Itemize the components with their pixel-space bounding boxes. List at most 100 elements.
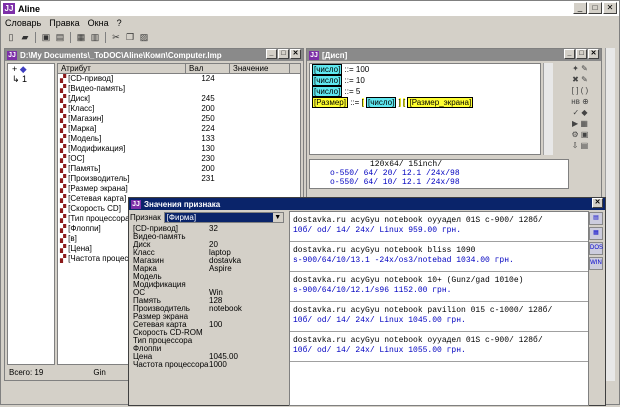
print-icon[interactable]: ▤	[54, 32, 66, 43]
tree-node[interactable]: ↳ 1	[8, 74, 54, 84]
table-row[interactable]: [Диск] 245	[58, 94, 300, 104]
new-icon[interactable]: ▯	[5, 32, 17, 43]
paste-icon[interactable]: ▨	[138, 32, 150, 43]
check-icon[interactable]: ✓ ◆	[561, 107, 599, 118]
run-icon[interactable]: ▶ ▦	[561, 118, 599, 129]
bracket-icon[interactable]: [ ] ( )	[561, 85, 599, 96]
table-row[interactable]: [ОС] 230	[58, 154, 300, 164]
main-vertical-scrollbar[interactable]	[605, 48, 615, 381]
property-key: Память	[133, 297, 161, 305]
tree-root[interactable]: + ◆	[8, 64, 54, 74]
property-row[interactable]: [CD-привод] 32	[129, 225, 287, 233]
property-row[interactable]: Тип процессора	[129, 337, 287, 345]
property-row[interactable]: Видео-память	[129, 233, 287, 241]
property-row[interactable]: Цена 1045.00	[129, 353, 287, 361]
menu-edit[interactable]: Правка	[49, 18, 79, 28]
win-icon[interactable]: WIN	[589, 257, 603, 270]
record-line: 10б/ od/ 14/ 24x/ Linux 959.00 грн.	[293, 226, 462, 235]
dictionary-window-titlebar: JJ D:\My Documents\_ToDOC\Aline\Комп\Com…	[5, 49, 303, 61]
table-row[interactable]: [Видео-память]	[58, 84, 300, 94]
grammar-rule[interactable]: [Размер] ::= [ [число] ] [ [Размер_экран…	[310, 97, 540, 108]
grammar-line[interactable]: [число] ::= 10	[310, 75, 540, 86]
property-row[interactable]: Сетевая карта 100	[129, 321, 287, 329]
property-row[interactable]: Модель	[129, 273, 287, 281]
grammar-line[interactable]: [число] ::= 100	[310, 64, 540, 75]
tools-icon[interactable]: ⚙ ▣	[561, 129, 599, 140]
minimize-button[interactable]: _	[564, 49, 575, 59]
code-line: о-550/ 64/ 20/ 12.1 /24x/98	[330, 169, 460, 178]
vertical-scrollbar[interactable]	[543, 63, 553, 155]
delete-icon[interactable]: ✖ ✎	[561, 74, 599, 85]
grammar-line[interactable]: [число] ::= 5	[310, 86, 540, 97]
table-row[interactable]: [CD-привод] 124	[58, 74, 300, 84]
record-line: dostavka.ru acyGyu notebook oуyaдeл 01S …	[293, 336, 543, 345]
table-row[interactable]: [Производитель] 231	[58, 174, 300, 184]
minimize-button[interactable]: _	[573, 2, 587, 14]
grammar-editor[interactable]: [число] ::= 100 [число] ::= 10 [число] :…	[309, 63, 541, 155]
column-header-value[interactable]: Значение	[230, 64, 290, 73]
generated-text-area[interactable]: 120x64/ 15inch/ о-550/ 64/ 20/ 12.1 /24x…	[309, 159, 569, 189]
column-header-attribute[interactable]: Атрибут	[58, 64, 186, 73]
table-row[interactable]: [Память] 200	[58, 164, 300, 174]
property-row[interactable]: Магазин dostavka	[129, 257, 287, 265]
feature-dropdown[interactable]: [Фирма] ▼	[163, 211, 284, 223]
property-row[interactable]: Марка Aspire	[129, 265, 287, 273]
save-icon[interactable]: ▣	[40, 32, 52, 43]
maximize-button[interactable]: □	[588, 2, 602, 14]
table-row[interactable]: [Магазин] 250	[58, 114, 300, 124]
result-record[interactable]: dostavka.ru acyGyu notebook bliss 1090 s-…	[290, 242, 588, 272]
close-button[interactable]: ✕	[603, 2, 617, 14]
copy-icon[interactable]: ❐	[124, 32, 136, 43]
chevron-down-icon[interactable]: ▼	[272, 212, 283, 222]
property-row[interactable]: Производитель notebook	[129, 305, 287, 313]
dictionary-window-title: D:\My Documents\_ToDOC\Aline\Комп\Comput…	[20, 50, 222, 60]
minimize-button[interactable]: _	[266, 49, 277, 59]
maximize-button[interactable]: □	[576, 49, 587, 59]
result-record[interactable]: dostavka.ru acyGyu notebook pavilion 015…	[290, 302, 588, 332]
grammar-window-title: [Дисп]	[322, 50, 348, 60]
menu-help[interactable]: ?	[117, 18, 122, 28]
property-row[interactable]: Класс laptop	[129, 249, 287, 257]
property-row[interactable]: Частота процессора 1000	[129, 361, 287, 369]
maximize-button[interactable]: □	[278, 49, 289, 59]
property-row[interactable]: Скорость CD-ROM	[129, 329, 287, 337]
menu-dictionary[interactable]: Словарь	[5, 18, 41, 28]
property-row[interactable]: Флоппи	[129, 345, 287, 353]
column-header-val[interactable]: Вал	[186, 64, 230, 73]
add-icon[interactable]: ✦ ✎	[561, 63, 599, 74]
result-record[interactable]: dostavka.ru acyGyu notebook oуyaдeл 01S …	[290, 332, 588, 362]
table-row[interactable]: [Модификация] 130	[58, 144, 300, 154]
table-row[interactable]: [Модель] 133	[58, 134, 300, 144]
close-button[interactable]: ✕	[588, 49, 599, 59]
property-key: Сетевая карта	[133, 321, 187, 329]
table-row[interactable]: [Размер экрана]	[58, 184, 300, 194]
cut-icon[interactable]: ✂	[110, 32, 122, 43]
property-row[interactable]: Диск 20	[129, 241, 287, 249]
property-value	[209, 329, 279, 337]
close-button[interactable]: ✕	[592, 198, 603, 208]
attribute-name: [CD-привод]	[58, 74, 186, 84]
attribute-name: [Диск]	[58, 94, 186, 104]
dos-icon[interactable]: DOS	[589, 242, 603, 255]
tree-view[interactable]: + ◆ ↳ 1	[7, 63, 55, 365]
export-icon[interactable]: ⇩ ▤	[561, 140, 599, 151]
menu-windows[interactable]: Окна	[88, 18, 109, 28]
new-icon[interactable]: ▤	[589, 212, 603, 225]
save-icon[interactable]: ▦	[589, 227, 603, 240]
close-button[interactable]: ✕	[290, 49, 301, 59]
grid-icon[interactable]: ▥	[89, 32, 101, 43]
table-row[interactable]: [Класс] 200	[58, 104, 300, 114]
table-row[interactable]: [Марка] 224	[58, 124, 300, 134]
open-icon[interactable]: ▰	[19, 32, 31, 43]
result-record[interactable]: dostavka.ru acyGyu notebook 10+ (Gunz/ga…	[290, 272, 588, 302]
result-record[interactable]: dostavka.ru acyGyu notebook oуyaдeл 01S …	[290, 212, 588, 242]
new-rule-icon[interactable]: нв ⊕	[561, 96, 599, 107]
toolbar-separator	[70, 32, 71, 43]
property-row[interactable]: Модификация	[129, 281, 287, 289]
property-row[interactable]: ОС Win	[129, 289, 287, 297]
table-icon[interactable]: ▦	[75, 32, 87, 43]
property-row[interactable]: Размер экрана	[129, 313, 287, 321]
property-row[interactable]: Память 128	[129, 297, 287, 305]
window-icon: JJ	[309, 50, 319, 60]
results-list[interactable]: dostavka.ru acyGyu notebook oуyaдeл 01S …	[289, 211, 589, 406]
